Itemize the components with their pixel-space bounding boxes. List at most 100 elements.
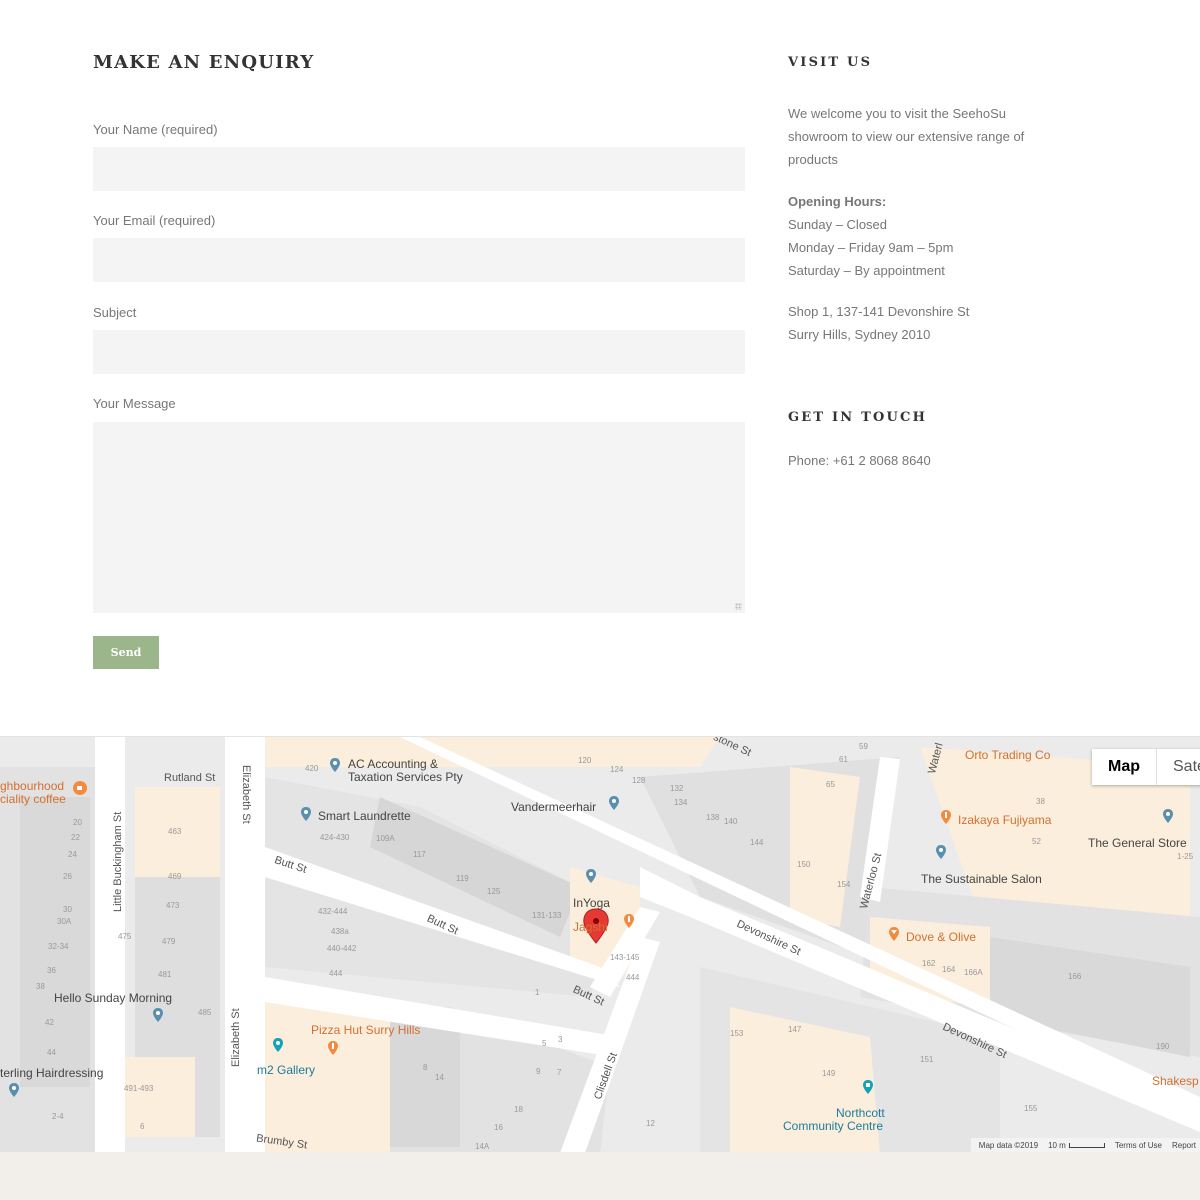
- map-number-label: 481: [158, 970, 172, 979]
- map-number-label: 149: [822, 1069, 836, 1078]
- page-content: MAKE AN ENQUIRY Your Name (required) You…: [0, 0, 1200, 736]
- map-number-label: 8: [423, 1063, 428, 1072]
- name-label: Your Name (required): [93, 122, 218, 137]
- visit-intro-line: showroom to view our extensive range of: [788, 129, 1025, 144]
- map-place-label: Jagshi: [573, 920, 608, 934]
- resize-handle[interactable]: [735, 603, 742, 610]
- map-place-label: Izakaya Fujiyama: [958, 813, 1052, 827]
- map-number-label: 22: [71, 833, 80, 842]
- map-place-label: The Sustainable Salon: [921, 872, 1042, 886]
- map-number-label: 420: [305, 764, 319, 773]
- map-number-label: 59: [859, 742, 868, 751]
- map-number-label: 52: [1032, 837, 1041, 846]
- place-pin-icon[interactable]: [583, 868, 599, 884]
- map-number-label: 143-145: [610, 953, 640, 962]
- map-place-label: terling Hairdressing: [0, 1066, 104, 1080]
- cafe-icon[interactable]: [72, 780, 88, 796]
- map-number-label: 151: [920, 1055, 934, 1064]
- map-place-label: Taxation Services Pty: [348, 770, 463, 784]
- report-link[interactable]: Report: [1172, 1141, 1196, 1150]
- map-number-label: 164: [942, 965, 956, 974]
- map-number-label: 475: [118, 932, 132, 941]
- map-number-label: 424-430: [320, 833, 350, 842]
- community-centre-icon[interactable]: [860, 1079, 876, 1095]
- place-pin-icon[interactable]: [1160, 808, 1176, 824]
- hours-line: Sunday – Closed: [788, 217, 888, 232]
- restaurant-icon[interactable]: [938, 809, 954, 825]
- map-number-label: 16: [494, 1123, 503, 1132]
- place-pin-icon[interactable]: [150, 1007, 166, 1023]
- place-pin-icon[interactable]: [606, 795, 622, 811]
- map-data-credit: Map data ©2019: [978, 1140, 1039, 1150]
- map-number-label: 61: [839, 755, 848, 764]
- map-number-label: 155: [1024, 1104, 1038, 1113]
- terms-link[interactable]: Terms of Use: [1115, 1141, 1162, 1150]
- map-scale[interactable]: 10 m: [1048, 1141, 1105, 1150]
- map-number-label: 134: [674, 798, 688, 807]
- map-number-label: 14: [435, 1073, 444, 1082]
- map-place-label: Vandermeerhair: [511, 800, 597, 814]
- map-number-label: 38: [1036, 797, 1045, 806]
- location-map[interactable]: ghbourhood ciality coffee AC Accounting …: [0, 736, 1200, 1152]
- map-street-label: Little Buckingham St: [112, 811, 124, 912]
- map-number-label: 138: [706, 813, 720, 822]
- enquiry-form: MAKE AN ENQUIRY Your Name (required) You…: [93, 52, 745, 669]
- map-number-label: 6: [140, 1122, 145, 1131]
- place-pin-icon[interactable]: [6, 1082, 22, 1098]
- map-number-label: 432-444: [318, 907, 348, 916]
- restaurant-icon[interactable]: [325, 1040, 341, 1056]
- map-place-label: ghbourhood: [0, 779, 65, 793]
- name-input[interactable]: [93, 147, 745, 191]
- map-place-label: Northcott: [836, 1106, 885, 1120]
- map-number-label: 440-442: [327, 944, 357, 953]
- map-number-label: 30: [63, 905, 72, 914]
- map-number-label: 5: [542, 1039, 547, 1048]
- map-number-label: 166: [1068, 972, 1082, 981]
- message-wrapper: [93, 422, 745, 613]
- map-number-label: 120: [578, 756, 592, 765]
- hours-line: Saturday – By appointment: [788, 263, 945, 278]
- map-place-label: The General Store: [1088, 836, 1187, 850]
- contact-sidebar: VISIT US We welcome you to visit the See…: [788, 55, 1088, 472]
- email-input[interactable]: [93, 238, 745, 282]
- map-number-label: 44: [47, 1048, 56, 1057]
- place-pin-icon[interactable]: [327, 757, 343, 773]
- phone-number[interactable]: Phone: +61 2 8068 8640: [788, 449, 1088, 472]
- send-button[interactable]: Send: [93, 636, 159, 669]
- map-street-label: Elizabeth St: [230, 1008, 242, 1067]
- visit-us-title: VISIT US: [788, 55, 873, 70]
- map-number-label: 479: [162, 937, 176, 946]
- visit-intro-line: products: [788, 152, 838, 167]
- map-view-button[interactable]: Map: [1092, 749, 1157, 785]
- map-place-label: Orto Trading Co: [965, 748, 1051, 762]
- map-number-label: 24: [68, 850, 77, 859]
- restaurant-icon[interactable]: [621, 913, 637, 929]
- map-number-label: 30A: [57, 917, 72, 926]
- map-scale-label: 10 m: [1048, 1140, 1066, 1150]
- hours-line: Monday – Friday 9am – 5pm: [788, 240, 954, 255]
- map-number-label: 469: [168, 872, 182, 881]
- map-number-label: 26: [63, 872, 72, 881]
- satellite-view-button[interactable]: Sate: [1157, 749, 1200, 785]
- message-label: Your Message: [93, 396, 176, 411]
- gallery-icon[interactable]: [270, 1037, 286, 1053]
- map-place-label: Dove & Olive: [906, 930, 977, 944]
- map-number-label: 444: [329, 969, 343, 978]
- map-number-label: 14A: [475, 1142, 490, 1151]
- place-pin-icon[interactable]: [933, 844, 949, 860]
- map-number-label: 147: [788, 1025, 802, 1034]
- map-number-label: 32-34: [48, 942, 69, 951]
- map-number-label: 473: [166, 901, 180, 910]
- visit-intro-line: We welcome you to visit the SeehoSu: [788, 106, 1006, 121]
- map-place-label: m2 Gallery: [257, 1063, 316, 1077]
- email-label: Your Email (required): [93, 213, 216, 228]
- visit-intro: We welcome you to visit the SeehoSu show…: [788, 102, 1088, 171]
- message-textarea[interactable]: [93, 422, 745, 613]
- map-number-label: 463: [168, 827, 182, 836]
- map-number-label: 162: [922, 959, 936, 968]
- place-pin-icon[interactable]: [298, 806, 314, 822]
- bar-icon[interactable]: [886, 926, 902, 942]
- subject-input[interactable]: [93, 330, 745, 374]
- map-place-label: AC Accounting &: [348, 757, 439, 771]
- map-place-label: ciality coffee: [0, 792, 66, 806]
